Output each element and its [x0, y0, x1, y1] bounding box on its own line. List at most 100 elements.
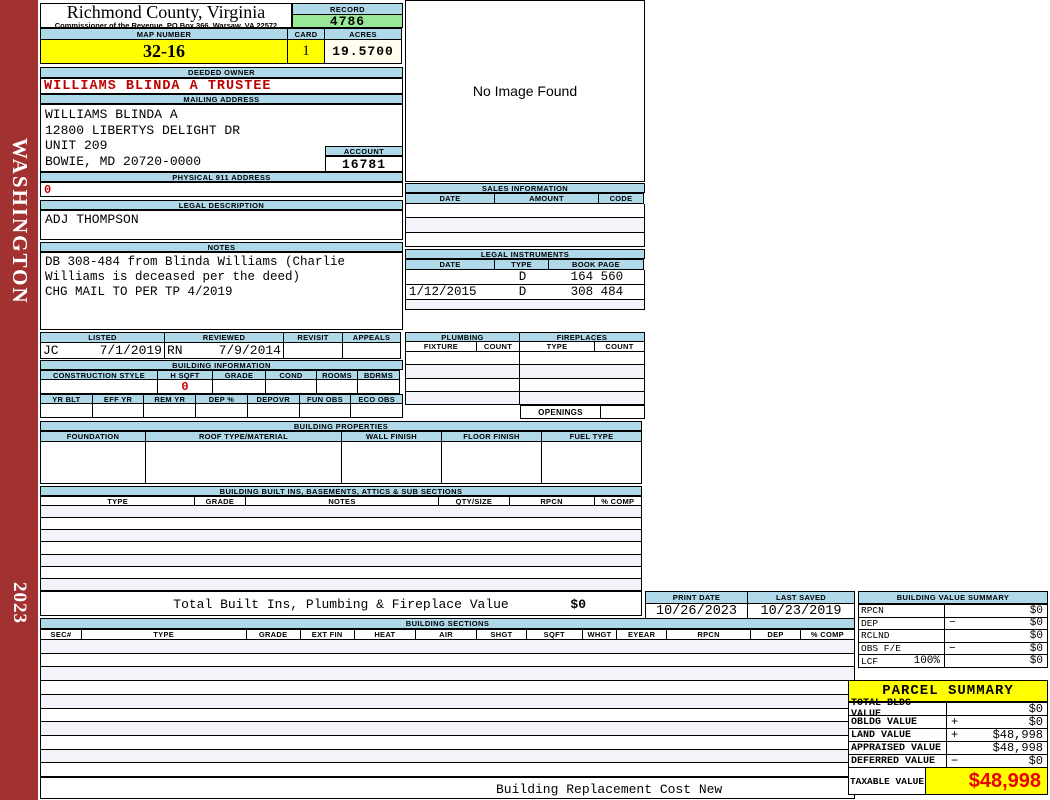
empty-row	[41, 530, 641, 543]
building-info-values1: 0	[40, 379, 403, 394]
empty-row	[41, 518, 641, 531]
parcel-value-cell: $0	[946, 702, 1048, 716]
empty-row	[41, 722, 854, 736]
bvs-label: DEP	[858, 616, 945, 631]
building-sections-title: BUILDING SECTIONS	[40, 618, 855, 629]
funobs-value	[298, 403, 352, 418]
no-image-message: No Image Found	[472, 83, 578, 99]
acres-value: 19.5700	[324, 39, 402, 64]
builtin-type-label: TYPE	[40, 496, 196, 506]
building-sections-headers: SEC# TYPE GRADE EXT FIN HEAT AIR SHGT SQ…	[40, 629, 855, 640]
sec-extfin-label: EXT FIN	[299, 629, 355, 640]
building-properties-values	[40, 441, 642, 484]
sec-sqft-label: SQFT	[525, 629, 583, 640]
empty-row	[41, 708, 854, 723]
instrument-type: D	[518, 270, 527, 284]
instrument-bookpage: 164 560	[570, 270, 624, 284]
review-value-row: JC 7/1/2019 RN 7/9/2014	[40, 342, 403, 359]
empty-row	[41, 578, 641, 591]
column-divider	[406, 378, 520, 391]
county-title: Richmond County, Virginia	[66, 2, 266, 22]
grade-value	[212, 379, 266, 394]
parcel-row: TOTAL BLDG VALUE $0	[848, 698, 1048, 720]
sales-code-label: CODE	[598, 193, 644, 204]
empty-row	[41, 694, 854, 709]
instrument-row	[406, 300, 644, 310]
sec-dep-label: DEP	[750, 629, 801, 640]
notes-label: NOTES	[40, 242, 403, 252]
reviewed-by: RN	[167, 343, 183, 358]
fuel-type-value	[540, 441, 642, 484]
legal-instruments-title: LEGAL INSTRUMENTS	[405, 249, 645, 259]
account-value: 16781	[325, 156, 403, 172]
listed-value: JC 7/1/2019	[40, 342, 165, 359]
cond-value	[265, 379, 317, 394]
hsqft-value: 0	[157, 379, 213, 394]
bvs-value-cell: $0	[944, 604, 1048, 618]
county-header: Richmond County, Virginia Commissioner o…	[40, 2, 292, 30]
bvs-row: DEP − $0	[858, 616, 1048, 631]
parcel-label: DEFERRED VALUE	[848, 754, 947, 768]
plumbing-fireplaces-rows	[405, 352, 645, 405]
reviewed-date: 7/9/2014	[218, 343, 281, 358]
sec-shgt-label: SHGT	[476, 629, 527, 640]
sales-header-row: DATE AMOUNT CODE	[405, 193, 645, 204]
building-properties-title: BUILDING PROPERTIES	[40, 421, 642, 431]
listed-by: JC	[43, 343, 59, 358]
taxable-value: $48,998	[925, 767, 1048, 795]
empty-row	[41, 681, 854, 695]
building-sections-footer: Building Replacement Cost New	[40, 777, 855, 799]
bvs-op: −	[949, 642, 956, 655]
fixture-count-label: COUNT	[476, 341, 520, 352]
sec-comp-label: % COMP	[799, 629, 855, 640]
empty-row	[41, 667, 854, 682]
empty-row	[406, 378, 644, 392]
builtin-notes-label: NOTES	[244, 496, 440, 506]
building-info-title: BUILDING INFORMATION	[40, 360, 403, 370]
floor-finish-value	[440, 441, 542, 484]
sec-air-label: AIR	[414, 629, 478, 640]
remyr-value	[143, 403, 197, 418]
bvs-value: $0	[1029, 604, 1043, 617]
instrument-bookpage-label: BOOK PAGE	[548, 259, 644, 270]
map-value-row: 32-16 1 19.5700	[40, 39, 403, 64]
rooms-value	[316, 379, 358, 394]
bvs-label: LCF	[861, 655, 879, 667]
map-number-value: 32-16	[40, 39, 288, 64]
bvs-value-cell: $0	[944, 654, 1048, 668]
bvs-label-cell: LCF 100%	[858, 654, 945, 668]
mailing-line-2: 12800 LIBERTYS DELIGHT DR	[45, 122, 241, 138]
bvs-row: RCLND $0	[858, 629, 1048, 643]
taxable-label: TAXABLE VALUE	[848, 767, 926, 795]
column-divider	[406, 365, 520, 378]
builtin-grade-label: GRADE	[194, 496, 246, 506]
record-value: 4786	[292, 14, 403, 29]
builtins-title: BUILDING BUILT INS, BASEMENTS, ATTICS & …	[40, 486, 642, 496]
sidebar-county-label: WASHINGTON	[8, 138, 32, 305]
bvs-label: RPCN	[858, 604, 945, 618]
empty-row	[406, 391, 644, 405]
building-info-values2	[40, 403, 404, 418]
parcel-label: LAND VALUE	[848, 728, 947, 742]
empty-row	[41, 542, 641, 555]
parcel-label: APPRAISED VALUE	[848, 741, 947, 755]
parcel-value: $48,998	[992, 741, 1043, 755]
sec-grade-label: GRADE	[245, 629, 301, 640]
property-record-card: WASHINGTON 2023 Richmond County, Virgini…	[0, 0, 1050, 800]
empty-row	[41, 640, 854, 654]
sec-rpcn-label: RPCN	[666, 629, 752, 640]
building-value-summary-table: RPCN $0 DEP − $0 RCLND $0 OBS F/E − $0 L…	[858, 604, 1048, 668]
openings-label: OPENINGS	[520, 405, 601, 419]
property-image-box: No Image Found	[405, 0, 645, 182]
parcel-row: OBLDG VALUE + $0	[848, 715, 1048, 729]
card-value: 1	[287, 39, 325, 64]
builtins-total-value: $0	[570, 597, 586, 612]
listed-date: 7/1/2019	[99, 343, 162, 358]
fireplace-type-label: TYPE	[519, 341, 595, 352]
sec-num-label: SEC#	[40, 629, 82, 640]
taxable-row: TAXABLE VALUE $48,998	[848, 767, 1048, 795]
empty-row	[406, 218, 644, 233]
bvs-row: OBS F/E − $0	[858, 641, 1048, 656]
column-divider	[406, 391, 520, 404]
dep-pct-value	[195, 403, 248, 418]
